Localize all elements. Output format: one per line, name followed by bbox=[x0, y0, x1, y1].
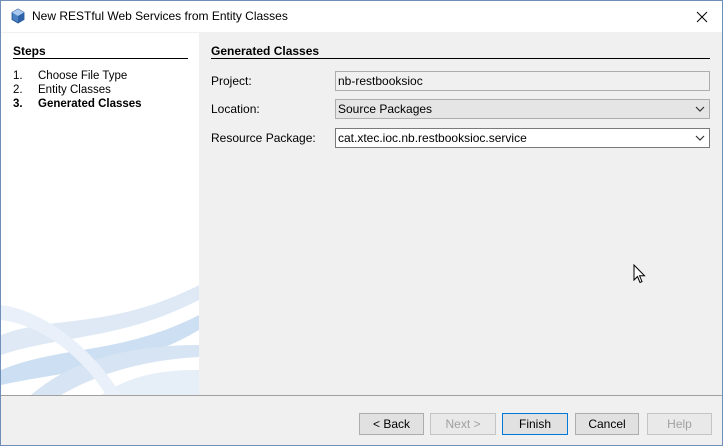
help-button[interactable]: Help bbox=[647, 413, 712, 435]
close-icon bbox=[696, 11, 708, 22]
project-value: nb-restbooksioc bbox=[338, 74, 423, 88]
step-item-1: 1. Choose File Type bbox=[13, 70, 127, 82]
steps-divider bbox=[13, 58, 188, 59]
project-field[interactable]: nb-restbooksioc bbox=[335, 71, 710, 91]
cancel-button[interactable]: Cancel bbox=[575, 413, 639, 435]
section-heading: Generated Classes bbox=[211, 44, 320, 58]
step-label: Entity Classes bbox=[38, 84, 111, 96]
window-title: New RESTful Web Services from Entity Cla… bbox=[32, 9, 288, 23]
wizard-dialog: New RESTful Web Services from Entity Cla… bbox=[0, 0, 723, 446]
package-combo[interactable]: cat.xtec.ioc.nb.restbooksioc.service bbox=[335, 128, 710, 148]
finish-button[interactable]: Finish bbox=[502, 413, 568, 435]
title-bar[interactable]: New RESTful Web Services from Entity Cla… bbox=[1, 1, 722, 32]
location-select[interactable]: Source Packages bbox=[335, 99, 710, 119]
step-item-3: 3. Generated Classes bbox=[13, 98, 142, 110]
project-label: Project: bbox=[211, 74, 252, 88]
location-value: Source Packages bbox=[338, 102, 433, 116]
step-item-2: 2. Entity Classes bbox=[13, 84, 111, 96]
button-bar-divider bbox=[1, 395, 722, 396]
steps-heading: Steps bbox=[13, 44, 46, 58]
close-button[interactable] bbox=[682, 1, 722, 32]
step-label: Generated Classes bbox=[38, 98, 142, 110]
steps-panel: Steps 1. Choose File Type 2. Entity Classe… bbox=[1, 33, 199, 395]
step-number: 1. bbox=[13, 70, 23, 82]
step-number: 2. bbox=[13, 84, 23, 96]
step-number: 3. bbox=[13, 98, 23, 110]
wizard-decoration-swoosh bbox=[1, 285, 199, 395]
package-label: Resource Package: bbox=[211, 131, 316, 145]
step-label: Choose File Type bbox=[38, 70, 128, 82]
chevron-down-icon[interactable] bbox=[695, 105, 705, 113]
section-divider bbox=[211, 58, 710, 59]
back-button[interactable]: < Back bbox=[359, 413, 424, 435]
package-value: cat.xtec.ioc.nb.restbooksioc.service bbox=[338, 131, 527, 145]
chevron-down-icon[interactable] bbox=[695, 134, 705, 142]
content-panel: Generated Classes Project: nb-restbooksi… bbox=[200, 33, 722, 395]
location-label: Location: bbox=[211, 102, 260, 116]
next-button[interactable]: Next > bbox=[430, 413, 496, 435]
mouse-pointer-icon bbox=[633, 264, 646, 284]
netbeans-cube-icon bbox=[11, 8, 25, 24]
